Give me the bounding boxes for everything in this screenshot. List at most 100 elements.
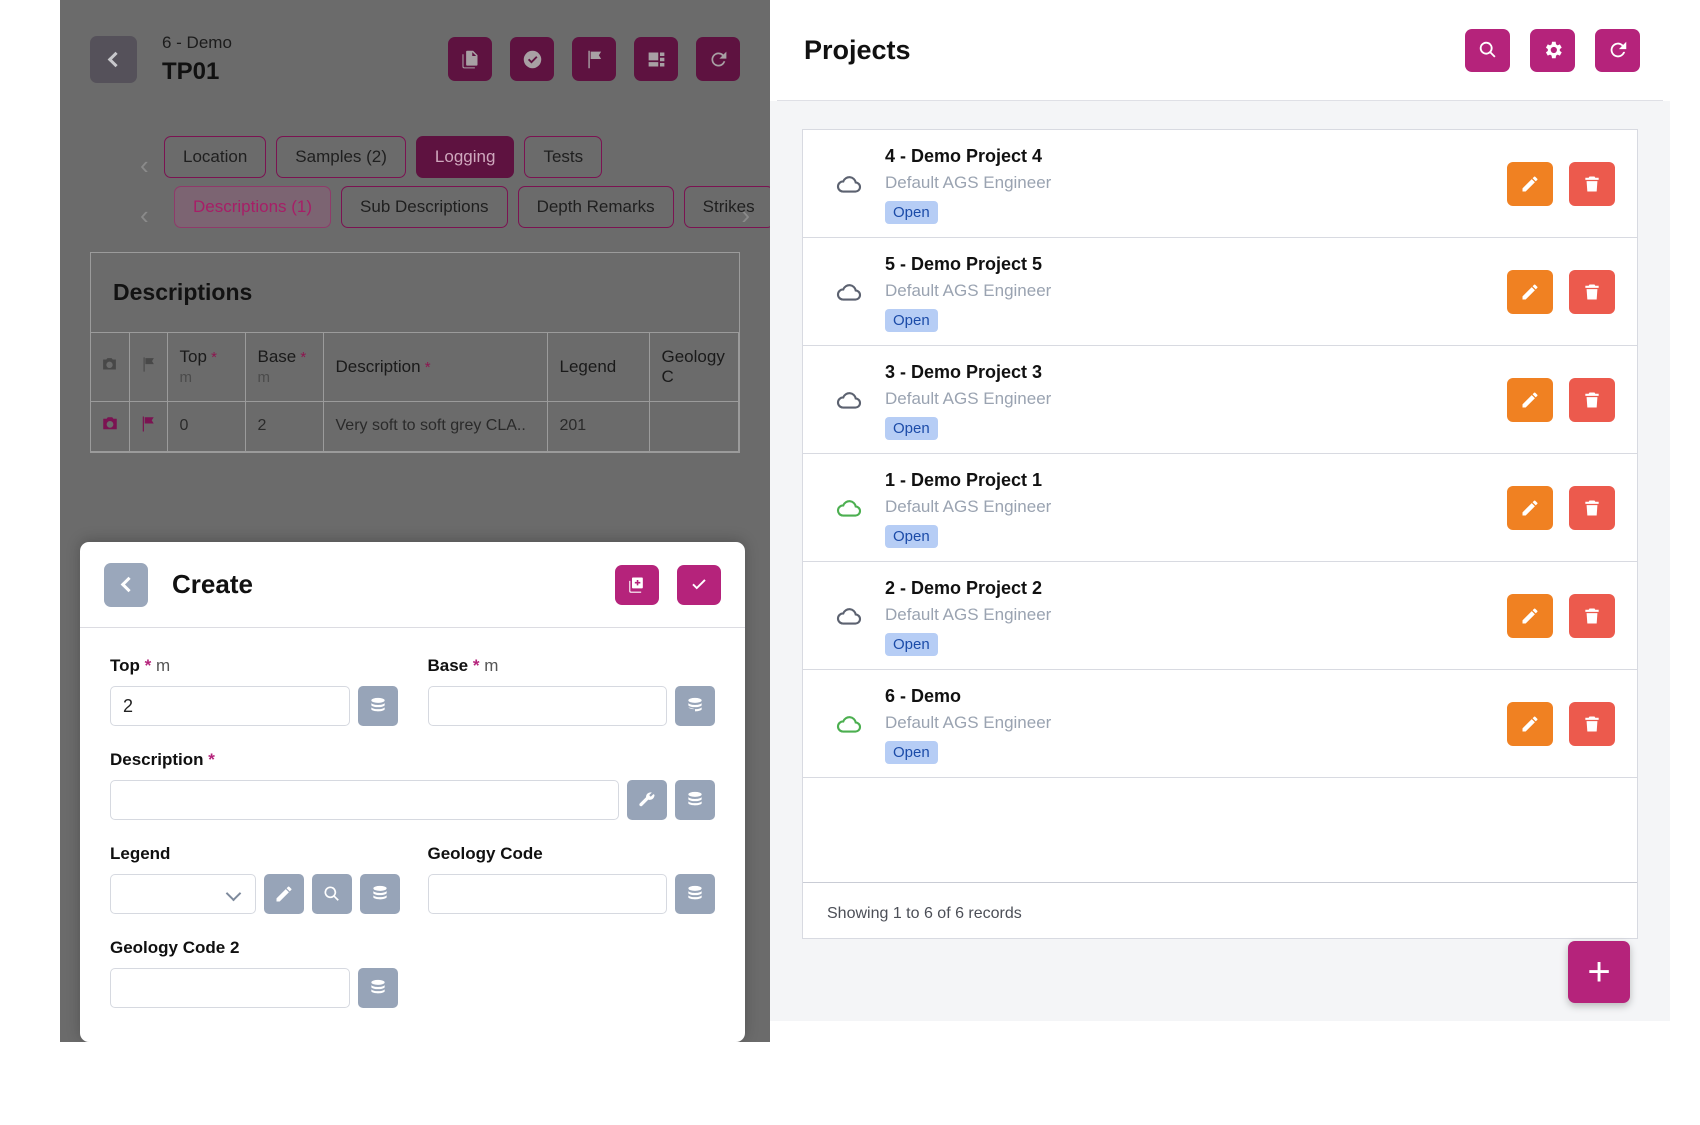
subtabs-scroll-right-icon[interactable]: ›	[741, 202, 750, 228]
page-title: Projects	[804, 34, 911, 65]
settings-button[interactable]	[1530, 28, 1575, 72]
base-library-button[interactable]	[675, 686, 715, 726]
row-actions	[1507, 485, 1615, 530]
top-library-button[interactable]	[357, 686, 398, 726]
edit-project-button[interactable]	[1507, 161, 1553, 206]
tab-descriptions[interactable]: Descriptions (1)	[174, 186, 332, 228]
delete-project-button[interactable]	[1569, 701, 1615, 746]
search-button[interactable]	[1465, 28, 1510, 72]
sync-status	[827, 385, 871, 415]
database-icon	[370, 697, 385, 712]
edit-project-button[interactable]	[1507, 593, 1553, 638]
status-badge: Open	[885, 524, 938, 548]
save-button[interactable]	[677, 564, 721, 605]
base-input[interactable]	[427, 686, 667, 726]
geology-code-2-input[interactable]	[110, 968, 350, 1008]
delete-project-button[interactable]	[1569, 593, 1615, 638]
tab-sub-descriptions[interactable]: Sub Descriptions	[341, 186, 508, 228]
description-input[interactable]	[110, 780, 619, 820]
delete-project-button[interactable]	[1569, 161, 1615, 206]
geology-code-2-library-button[interactable]	[357, 968, 398, 1008]
logging-header-actions	[448, 37, 740, 81]
duplicate-button[interactable]	[615, 564, 659, 605]
project-info: 3 - Demo Project 3 Default AGS Engineer …	[871, 359, 1507, 440]
legend-search-button[interactable]	[312, 874, 352, 914]
top-input[interactable]	[110, 686, 350, 726]
trash-icon	[1585, 392, 1599, 407]
cloud-grey-icon	[836, 391, 862, 409]
tab-strikes[interactable]: Strikes	[683, 186, 770, 228]
label-base-text: Base	[427, 656, 469, 675]
tabs-scroll-left-icon[interactable]: ‹	[140, 152, 149, 178]
pencil-icon	[1522, 608, 1538, 623]
descriptions-table: Top * m Base * m Description * Legend Ge…	[91, 333, 739, 452]
label-top-unit: m	[155, 656, 171, 675]
geology-code-library-button[interactable]	[675, 874, 715, 914]
row-flag-button[interactable]	[129, 401, 168, 452]
add-project-button[interactable]: +	[1568, 941, 1630, 1003]
tab-samples[interactable]: Samples (2)	[276, 136, 406, 178]
tab-location[interactable]: Location	[164, 136, 267, 178]
logging-header: 6 - Demo TP01	[60, 0, 770, 118]
approve-button[interactable]	[510, 37, 554, 81]
list-item[interactable]: 3 - Demo Project 3 Default AGS Engineer …	[803, 346, 1637, 454]
delete-project-button[interactable]	[1569, 485, 1615, 530]
refresh-button[interactable]	[1595, 28, 1640, 72]
field-group-spacer	[428, 938, 716, 1008]
label-geology-code-2: Geology Code 2	[110, 938, 240, 957]
col-top: Top * m	[167, 333, 246, 402]
legend-select[interactable]	[110, 874, 256, 914]
trash-icon	[1585, 608, 1599, 623]
field-group-geology-code-2: Geology Code 2	[110, 938, 398, 1008]
list-item[interactable]: 4 - Demo Project 4 Default AGS Engineer …	[803, 130, 1637, 238]
refresh-icon	[1610, 41, 1626, 58]
field-group-base: Base * m	[427, 656, 715, 726]
col-top-label: Top	[179, 347, 207, 367]
create-back-button[interactable]	[104, 562, 148, 607]
edit-project-button[interactable]	[1507, 377, 1553, 422]
edit-project-button[interactable]	[1507, 269, 1553, 314]
field-group-geology-code: Geology Code	[427, 844, 715, 914]
delete-project-button[interactable]	[1569, 377, 1615, 422]
geology-code-input[interactable]	[427, 874, 667, 914]
pdf-file-icon	[461, 50, 477, 68]
tab-logging[interactable]: Logging	[415, 136, 515, 178]
list-item[interactable]: 1 - Demo Project 1 Default AGS Engineer …	[803, 454, 1637, 562]
layout-button[interactable]	[634, 37, 678, 81]
description-builder-button[interactable]	[627, 780, 667, 820]
database-icon	[373, 885, 387, 900]
legend-edit-button[interactable]	[264, 874, 304, 914]
delete-project-button[interactable]	[1569, 269, 1615, 314]
tab-tests[interactable]: Tests	[524, 136, 603, 178]
col-base-label: Base	[257, 347, 297, 367]
refresh-button[interactable]	[696, 37, 740, 81]
flag-button[interactable]	[572, 37, 616, 81]
pdf-export-button[interactable]	[448, 37, 492, 81]
description-library-button[interactable]	[675, 780, 715, 820]
label-description: Description *	[110, 750, 715, 770]
back-button[interactable]	[90, 35, 137, 83]
col-legend-label: Legend	[559, 356, 617, 376]
list-item[interactable]: 6 - Demo Default AGS Engineer Open	[803, 670, 1637, 778]
create-sheet-title: Create	[172, 569, 253, 599]
edit-project-button[interactable]	[1507, 485, 1553, 530]
table-row[interactable]: 0 2 Very soft to soft grey CLA.. 201	[91, 401, 739, 452]
subtabs-scroll-left-icon[interactable]: ‹	[140, 202, 149, 228]
col-camera	[91, 333, 130, 402]
col-description-label: Description	[335, 356, 421, 376]
database-icon	[370, 979, 385, 994]
list-item[interactable]: 5 - Demo Project 5 Default AGS Engineer …	[803, 238, 1637, 346]
row-camera-button[interactable]	[91, 401, 130, 452]
list-item[interactable]: 2 - Demo Project 2 Default AGS Engineer …	[803, 562, 1637, 670]
status-badge: Open	[885, 632, 938, 656]
col-legend: Legend	[547, 333, 650, 402]
edit-project-button[interactable]	[1507, 701, 1553, 746]
control-base	[427, 686, 715, 726]
gear-icon	[1545, 41, 1562, 59]
tab-depth-remarks[interactable]: Depth Remarks	[517, 186, 674, 228]
project-name: 3 - Demo Project 3	[885, 362, 1043, 383]
cell-description: Very soft to soft grey CLA..	[323, 401, 548, 452]
required-mark: *	[206, 349, 217, 367]
legend-library-button[interactable]	[360, 874, 400, 914]
secondary-tabs: Descriptions (1) Sub Descriptions Depth …	[60, 186, 770, 228]
